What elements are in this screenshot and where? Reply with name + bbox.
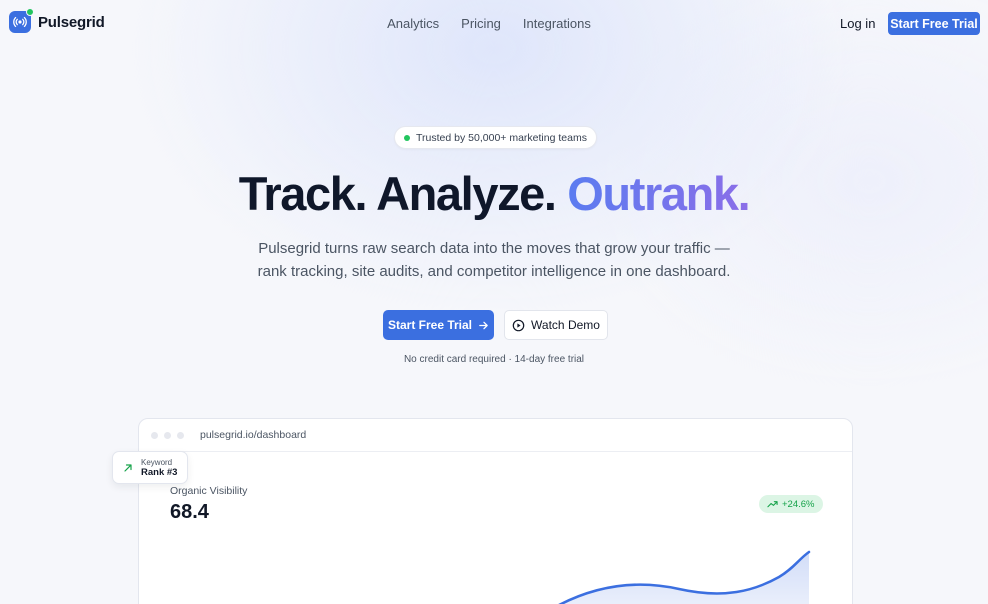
trial-fineprint: No credit card required · 14-day free tr… (403, 354, 585, 365)
badge-text: Trusted by 50,000+ marketing teams (416, 131, 587, 144)
trust-badge: Trusted by 50,000+ marketing teams (394, 126, 597, 149)
nav-link-analytics[interactable]: Analytics (387, 16, 439, 31)
trending-up-icon (124, 463, 132, 472)
hero-cta-row: Start Free Trial Watch Demo (383, 310, 608, 340)
badge-dot-icon (404, 134, 411, 141)
play-circle-icon (512, 319, 525, 331)
watch-demo-button[interactable]: Watch Demo (504, 310, 608, 340)
watch-demo-label: Watch Demo (531, 318, 600, 332)
arrow-right-icon (479, 321, 488, 329)
start-trial-button[interactable]: Start Free Trial (383, 310, 494, 340)
headline-accent: Outrank. (567, 167, 750, 220)
top-nav: Pulsegrid Analytics Pricing Integrations… (0, 0, 988, 46)
hero-headline: Track. Analyze. Outrank. (0, 166, 988, 221)
nav-link-pricing[interactable]: Pricing (461, 16, 501, 31)
visibility-chart (558, 550, 811, 604)
start-trial-label: Start Free Trial (387, 318, 473, 332)
subtext-line-1: Pulsegrid turns raw search data into the… (258, 240, 730, 257)
nav-start-trial-button[interactable]: Start Free Trial (888, 12, 980, 35)
chart-area (561, 552, 809, 604)
headline-main: Track. Analyze. (238, 167, 568, 220)
keyword-rank-card: Keyword Rank #3 (112, 451, 188, 484)
nav-link-integrations[interactable]: Integrations (523, 16, 591, 31)
keyword-rank-value: Rank #3 (141, 466, 178, 478)
dashboard-preview: pulsegrid.io/dashboard Organic Visibilit… (138, 418, 853, 604)
login-link[interactable]: Log in (840, 16, 875, 31)
keyword-rank-text: Keyword Rank #3 (141, 458, 177, 478)
hero-subtext: Pulsegrid turns raw search data into the… (0, 237, 988, 283)
subtext-line-2: rank tracking, site audits, and competit… (257, 263, 731, 280)
keyword-label: Keyword (141, 457, 173, 467)
status-dot (26, 8, 34, 16)
